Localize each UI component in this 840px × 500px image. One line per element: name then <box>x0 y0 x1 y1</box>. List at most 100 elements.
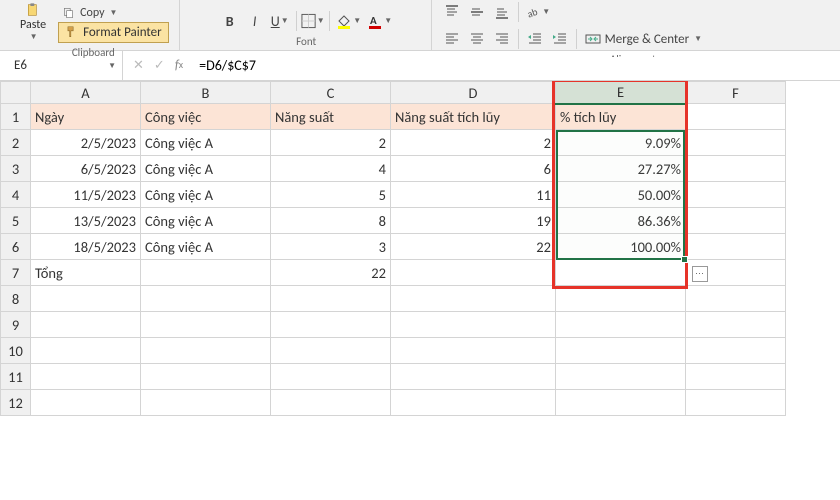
increase-indent-button[interactable] <box>548 27 572 51</box>
underline-button[interactable]: U▼ <box>268 9 292 33</box>
italic-button[interactable]: I <box>243 9 267 33</box>
cell-B5[interactable]: Công việc A <box>141 208 271 234</box>
spreadsheet-grid[interactable]: ABCDEF 1NgàyCông việcNăng suấtNăng suất t… <box>0 81 840 416</box>
column-header-A[interactable]: A <box>31 82 141 104</box>
cell-B4[interactable]: Công việc A <box>141 182 271 208</box>
row-header-7[interactable]: 7 <box>1 260 31 286</box>
cell-A12[interactable] <box>31 390 141 416</box>
column-header-C[interactable]: C <box>271 82 391 104</box>
autofill-options-button[interactable]: ⋯ <box>692 266 708 282</box>
cell-B11[interactable] <box>141 364 271 390</box>
row-header-12[interactable]: 12 <box>1 390 31 416</box>
cell-E9[interactable] <box>556 312 686 338</box>
cell-F2[interactable] <box>686 130 786 156</box>
align-center-button[interactable] <box>465 27 489 51</box>
cell-D5[interactable]: 19 <box>391 208 556 234</box>
cell-F8[interactable] <box>686 286 786 312</box>
align-top-button[interactable] <box>440 0 464 24</box>
copy-button[interactable]: Copy ▼ <box>58 5 169 21</box>
align-left-button[interactable] <box>440 27 464 51</box>
cell-B1[interactable]: Công việc <box>141 104 271 130</box>
name-box[interactable]: E6 ▼ <box>8 51 123 80</box>
cell-E5[interactable]: 86.36% <box>556 208 686 234</box>
font-color-button[interactable]: A ▼ <box>365 9 395 33</box>
cell-C11[interactable] <box>271 364 391 390</box>
cell-A10[interactable] <box>31 338 141 364</box>
cell-E11[interactable] <box>556 364 686 390</box>
row-header-11[interactable]: 11 <box>1 364 31 390</box>
cell-A2[interactable]: 2/5/2023 <box>31 130 141 156</box>
align-middle-button[interactable] <box>465 0 489 24</box>
cell-C3[interactable]: 4 <box>271 156 391 182</box>
cell-D4[interactable]: 11 <box>391 182 556 208</box>
cell-C9[interactable] <box>271 312 391 338</box>
orientation-button[interactable]: ab▼ <box>523 0 553 24</box>
cell-D1[interactable]: Năng suất tích lũy <box>391 104 556 130</box>
row-header-3[interactable]: 3 <box>1 156 31 182</box>
fill-color-button[interactable]: ▼ <box>334 9 364 33</box>
row-header-6[interactable]: 6 <box>1 234 31 260</box>
merge-center-button[interactable]: Merge & Center ▼ <box>581 27 706 51</box>
cell-C12[interactable] <box>271 390 391 416</box>
cell-A6[interactable]: 18/5/2023 <box>31 234 141 260</box>
cell-F9[interactable] <box>686 312 786 338</box>
cell-A11[interactable] <box>31 364 141 390</box>
row-header-1[interactable]: 1 <box>1 104 31 130</box>
cell-E7[interactable] <box>556 260 686 286</box>
cell-E10[interactable] <box>556 338 686 364</box>
cell-A7[interactable]: Tổng <box>31 260 141 286</box>
cancel-formula-button[interactable]: ✕ <box>133 58 144 73</box>
cell-C5[interactable]: 8 <box>271 208 391 234</box>
cell-C1[interactable]: Năng suất <box>271 104 391 130</box>
cell-B7[interactable] <box>141 260 271 286</box>
cell-C4[interactable]: 5 <box>271 182 391 208</box>
cell-E2[interactable]: 9.09% <box>556 130 686 156</box>
row-header-9[interactable]: 9 <box>1 312 31 338</box>
select-all-corner[interactable] <box>1 82 31 104</box>
cell-B6[interactable]: Công việc A <box>141 234 271 260</box>
cell-D6[interactable]: 22 <box>391 234 556 260</box>
row-header-4[interactable]: 4 <box>1 182 31 208</box>
align-bottom-button[interactable] <box>490 0 514 24</box>
cell-F3[interactable] <box>686 156 786 182</box>
cell-F12[interactable] <box>686 390 786 416</box>
cell-E8[interactable] <box>556 286 686 312</box>
cell-C10[interactable] <box>271 338 391 364</box>
paste-button[interactable]: Paste ▼ <box>14 0 52 44</box>
column-header-D[interactable]: D <box>391 82 556 104</box>
cell-B10[interactable] <box>141 338 271 364</box>
cell-C8[interactable] <box>271 286 391 312</box>
cell-A5[interactable]: 13/5/2023 <box>31 208 141 234</box>
cell-F10[interactable] <box>686 338 786 364</box>
borders-button[interactable]: ▼ <box>301 9 325 33</box>
format-painter-button[interactable]: Format Painter <box>58 22 169 43</box>
cell-E6[interactable]: 100.00% <box>556 234 686 260</box>
insert-function-button[interactable]: fx <box>175 58 183 73</box>
column-header-B[interactable]: B <box>141 82 271 104</box>
row-header-8[interactable]: 8 <box>1 286 31 312</box>
cell-A1[interactable]: Ngày <box>31 104 141 130</box>
cell-B8[interactable] <box>141 286 271 312</box>
column-header-E[interactable]: E <box>556 82 686 104</box>
cell-A4[interactable]: 11/5/2023 <box>31 182 141 208</box>
cell-E4[interactable]: 50.00% <box>556 182 686 208</box>
cell-D7[interactable] <box>391 260 556 286</box>
cell-D12[interactable] <box>391 390 556 416</box>
cell-B12[interactable] <box>141 390 271 416</box>
cell-F5[interactable] <box>686 208 786 234</box>
cell-C7[interactable]: 22 <box>271 260 391 286</box>
cell-B9[interactable] <box>141 312 271 338</box>
cell-B3[interactable]: Công việc A <box>141 156 271 182</box>
row-header-2[interactable]: 2 <box>1 130 31 156</box>
cell-F1[interactable] <box>686 104 786 130</box>
cell-D8[interactable] <box>391 286 556 312</box>
cell-F4[interactable] <box>686 182 786 208</box>
cell-D10[interactable] <box>391 338 556 364</box>
cell-E3[interactable]: 27.27% <box>556 156 686 182</box>
cell-F6[interactable] <box>686 234 786 260</box>
cell-F11[interactable] <box>686 364 786 390</box>
decrease-indent-button[interactable] <box>523 27 547 51</box>
cell-C6[interactable]: 3 <box>271 234 391 260</box>
column-header-F[interactable]: F <box>686 82 786 104</box>
cell-C2[interactable]: 2 <box>271 130 391 156</box>
